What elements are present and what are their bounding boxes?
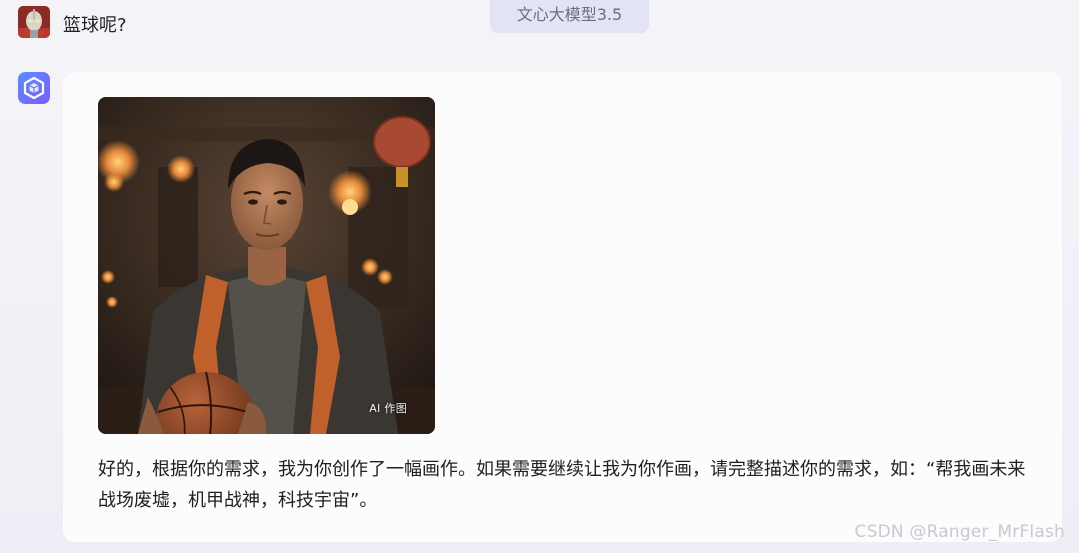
assistant-message-text: 好的，根据你的需求，我为你创作了一幅画作。如果需要继续让我为你作画，请完整描述你…	[98, 459, 1026, 511]
ultraman-avatar-icon	[18, 6, 50, 38]
assistant-avatar	[18, 72, 50, 104]
ernie-bot-cube-icon	[18, 72, 50, 104]
ai-generated-badge: AI 作图	[369, 402, 407, 415]
user-avatar	[18, 6, 50, 38]
csdn-watermark: CSDN @Ranger_MrFlash	[854, 522, 1065, 542]
generated-image[interactable]: AI 作图	[98, 97, 435, 434]
assistant-response-card: AI 作图 好的，根据你的需求，我为你创作了一幅画作。如果需要继续让我为你作画，…	[63, 72, 1062, 542]
user-message-text: 篮球呢?	[63, 15, 127, 36]
basketball-player-portrait-illustration	[98, 97, 435, 434]
model-version-badge[interactable]: 文心大模型3.5	[490, 0, 649, 33]
